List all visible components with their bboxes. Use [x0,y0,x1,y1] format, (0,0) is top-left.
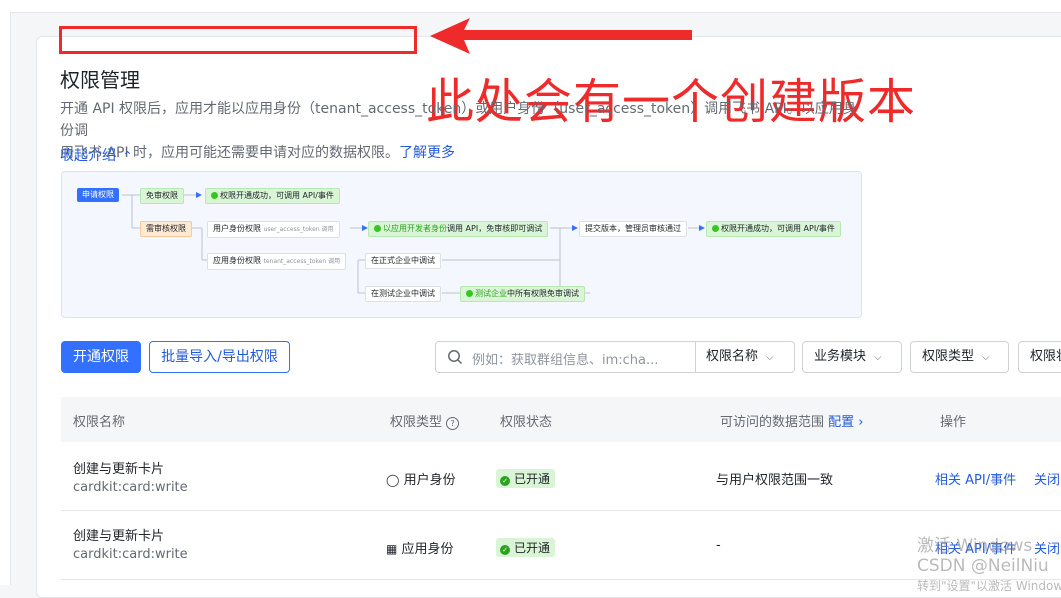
watermark-line-2: CSDN @NeilNiu [917,556,1049,576]
flow-node-app-perm: 应用身份权限 tenant_access_token 调用 [207,253,347,270]
check-icon: ✓ [500,545,510,555]
top-bar [0,0,1061,13]
annotation-arrow [430,18,692,54]
chevron-down-icon: ⌵ [874,352,882,363]
flow-node-free: 免审权限 [140,188,184,204]
perm-name: 创建与更新卡片 [73,462,165,477]
chevron-right-icon: › [854,415,864,430]
related-api-link[interactable]: 相关 API/事件 [935,469,1016,488]
header-type: 权限类型 ? [390,411,460,430]
chevron-up-icon: ⌃ [122,149,133,163]
permission-flow-diagram: 申请权限 免审权限 权限开通成功，可调用 API/事件 需审核权限 用户身份权限… [61,171,862,318]
os-watermark: 激活 Windows CSDN @NeilNiu 转到"设置"以激活 Windo… [917,536,1061,596]
check-icon: ✓ [500,476,510,486]
flow-node-free-result: 权限开通成功，可调用 API/事件 [205,188,340,204]
page-description: 开通 API 权限后，应用才能以应用身份（tenant_access_token… [60,98,860,164]
learn-more-link[interactable]: 了解更多 [399,145,455,161]
check-circle-icon [712,225,719,232]
perm-code: cardkit:card:write [73,547,188,562]
perm-type: ▦ 应用身份 [386,542,454,557]
close-permission-link[interactable]: 关闭 [1034,469,1060,488]
flow-node-dev-debug: 以应用开发者身份调用 API，免审核即可调试 [368,221,549,237]
permission-type-filter[interactable]: 权限类型 ⌵ [910,341,1009,373]
collapse-intro-toggle[interactable]: 收起介绍 ⌃ [60,145,133,165]
flow-node-formal: 在正式企业中调试 [365,253,441,269]
business-module-filter[interactable]: 业务模块 ⌵ [802,341,902,373]
permission-status-filter[interactable]: 权限状 [1018,341,1061,373]
page-title: 权限管理 [60,68,140,92]
perm-scope: 与用户权限范围一致 [716,473,834,488]
perm-name: 创建与更新卡片 [73,529,165,544]
chevron-down-icon: ⌵ [982,352,990,363]
header-action: 操作 [940,415,967,430]
annotation-red-box [59,26,417,54]
test-icon [466,290,473,297]
flow-node-submit: 提交版本，管理员审核通过 [579,221,687,237]
batch-import-export-button[interactable]: 批量导入/导出权限 [149,341,290,373]
header-status: 权限状态 [500,415,553,430]
description-line-1: 开通 API 权限后，应用才能以应用身份（tenant_access_token… [60,101,857,139]
table-row: 创建与更新卡片 cardkit:card:write ◯ 用户身份 ✓ 已开通 与… [61,442,1061,511]
table-header: 权限名称 权限类型 ? 权限状态 可访问的数据范围 配置 › 操作 [61,397,1061,442]
app-grid-icon: ▦ [386,542,398,556]
left-sidebar-edge [0,12,11,585]
flow-node-review: 需审核权限 [140,221,192,237]
enable-permission-button[interactable]: 开通权限 [61,341,141,373]
user-icon: ◯ [386,473,400,487]
search-icon [448,350,463,365]
perm-code: cardkit:card:write [73,480,188,495]
perm-scope: - [716,538,721,553]
flow-node-user-perm: 用户身份权限 user_access_token 调用 [207,221,340,238]
help-icon[interactable]: ? [446,417,460,430]
check-circle-icon [211,192,218,199]
watermark-line-1: 激活 Windows [917,536,1033,556]
table-row: 创建与更新卡片 cardkit:card:write ▦ 应用身份 ✓ 已开通 -… [61,511,1061,580]
header-name: 权限名称 [73,415,126,430]
flow-node-final-result: 权限开通成功，可调用 API/事件 [706,221,841,237]
status-badge: ✓ 已开通 [496,538,556,557]
dev-icon [374,225,381,232]
flow-node-test: 在测试企业中调试 [365,286,441,302]
flow-node-apply: 申请权限 [77,188,119,202]
search-input[interactable]: 例如：获取群组信息、im:cha... [472,349,658,368]
search-field-select[interactable]: 权限名称 ⌵ [695,342,795,372]
search-box[interactable]: 例如：获取群组信息、im:cha... 权限名称 ⌵ [435,341,795,373]
chevron-down-icon: ⌵ [766,352,774,363]
watermark-line-3: 转到"设置"以激活 Windows [917,579,1061,593]
collapse-intro-label: 收起介绍 [60,148,116,164]
perm-type: ◯ 用户身份 [386,473,456,488]
status-badge: ✓ 已开通 [496,469,556,488]
header-scope: 可访问的数据范围 配置 › [720,415,864,430]
flow-node-test-result: 测试企业中所有权限免审调试 [460,286,585,302]
config-link[interactable]: 配置 [828,415,854,430]
